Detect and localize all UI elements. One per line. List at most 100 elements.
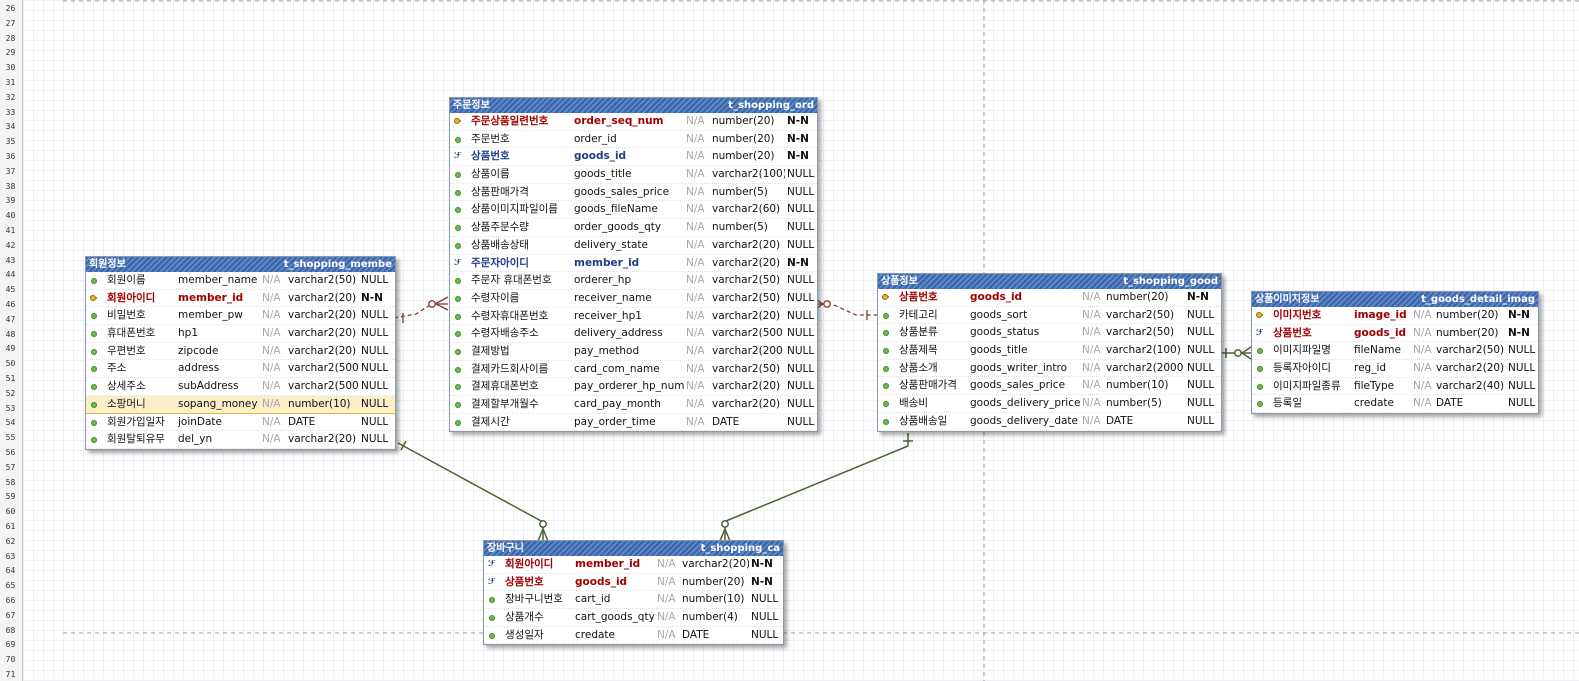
attribute-row[interactable]: 수령자배송주소 delivery_address N/A varchar2(500 NU… — [450, 325, 817, 343]
attribute-row[interactable]: 상품이미지파일이름 goods_fileName N/A varchar2(60) NU… — [450, 201, 817, 220]
entity-header[interactable]: 주문정보 t_shopping_ord — [450, 98, 817, 113]
attribute-logical-name: 주문자 휴대폰번호 — [471, 274, 552, 287]
attribute-data-type: number(4) — [682, 611, 738, 624]
attribute-row[interactable]: 이미지파일종류 fileType N/A varchar2(40) NULL — [1252, 377, 1538, 396]
attribute-row[interactable]: 결제시간 pay_order_time N/A DATE NULL — [450, 414, 817, 432]
attribute-data-type: number(20) — [1436, 326, 1499, 339]
attribute-row[interactable]: 휴대폰번호 hp1 N/A varchar2(20) NULL — [86, 325, 395, 343]
attribute-row[interactable]: 소팡머니 sopang_money N/A number(10) NULL — [86, 395, 395, 414]
attribute-row[interactable]: 회원가입일자 joinDate N/A DATE NULL — [86, 413, 395, 432]
attribute-row[interactable]: ℱ 상품번호 goods_id N/A number(20) N-N — [1252, 325, 1538, 343]
entity-goods[interactable]: 상품정보 t_shopping_good 상품번호 goods_id N/A numb… — [877, 273, 1222, 432]
entity-header[interactable]: 장바구니 t_shopping_ca — [484, 541, 783, 556]
attribute-row[interactable]: 결제방법 pay_method N/A varchar2(200 NULL — [450, 343, 817, 361]
attribute-row[interactable]: 상품판매가격 goods_sales_price N/A number(10) NULL — [878, 377, 1221, 396]
attribute-logical-name: 배송비 — [899, 397, 928, 410]
attribute-domain: N/A — [262, 380, 281, 393]
attribute-row[interactable]: 수령자이름 receiver_name N/A varchar2(50) NULL — [450, 289, 817, 308]
attribute-row[interactable]: 장바구니번호 cart_id N/A number(10) NULL — [484, 591, 783, 610]
attribute-row[interactable]: 결제휴대폰번호 pay_orderer_hp_num N/A varchar2(20)… — [450, 378, 817, 396]
attribute-domain: N/A — [686, 150, 705, 163]
attribute-row[interactable]: 이미지번호 image_id N/A number(20) N-N — [1252, 307, 1538, 325]
attribute-data-type: DATE — [288, 415, 316, 428]
attribute-domain: N/A — [262, 274, 281, 286]
entity-order[interactable]: 주문정보 t_shopping_ord 주문상품일련번호 order_seq_nu… — [449, 97, 818, 433]
entity-logical-name: 장바구니 — [487, 543, 524, 554]
attribute-physical-name: orderer_hp — [574, 274, 632, 287]
attribute-row[interactable]: 배송비 goods_delivery_price N/A number(5) NULL — [878, 395, 1221, 413]
attribute-physical-name: member_id — [574, 256, 640, 269]
attribute-row[interactable]: 수령자휴대폰번호 receiver_hp1 N/A varchar2(20) NULL — [450, 308, 817, 326]
entity-header[interactable]: 상품정보 t_shopping_good — [878, 274, 1221, 289]
attribute-physical-name: order_goods_qty — [574, 221, 662, 234]
attribute-row[interactable]: 상품판매가격 goods_sales_price N/A number(5) NULL — [450, 183, 817, 202]
attribute-domain: N/A — [686, 132, 705, 145]
attribute-row[interactable]: 생성일자 credate N/A DATE NULL — [484, 626, 783, 645]
row-number: 65 — [5, 581, 16, 591]
attribute-row[interactable]: ℱ 회원아이디 member_id N/A varchar2(20) N-N — [484, 556, 783, 574]
attribute-row[interactable]: ℱ 주문자아이디 member_id N/A varchar2(20) N-N — [450, 254, 817, 273]
attribute-logical-name: 생성일자 — [505, 628, 544, 641]
entity-goods-image[interactable]: 상품이미지정보 t_goods_detail_imag 이미지번호 image_i… — [1251, 291, 1539, 415]
attribute-row[interactable]: 상품배송일 goods_delivery_date N/A DATE NULL — [878, 413, 1221, 431]
attribute-row[interactable]: 상품주문수량 order_goods_qty N/A number(5) NULL — [450, 219, 817, 237]
entity-header[interactable]: 회원정보 t_shopping_membe — [86, 257, 395, 272]
attribute-nullable: NULL — [787, 185, 815, 198]
attribute-physical-name: goods_delivery_date — [970, 414, 1078, 427]
attribute-logical-name: 카테고리 — [899, 308, 938, 321]
attribute-data-type: number(5) — [712, 185, 768, 198]
primary-key-icon — [90, 294, 97, 302]
entity-cart[interactable]: 장바구니 t_shopping_ca ℱ 회원아이디 member_id N/A var… — [483, 540, 784, 646]
attribute-row[interactable]: ℱ 상품번호 goods_id N/A number(20) N-N — [484, 574, 783, 592]
attribute-icon — [883, 348, 889, 355]
attribute-row[interactable]: 회원이름 member_name N/A varchar2(50) NULL — [86, 272, 395, 290]
attribute-data-type: number(10) — [288, 397, 351, 410]
attribute-physical-name: fileType — [1354, 379, 1395, 392]
attribute-icon — [1257, 401, 1263, 408]
attribute-physical-name: member_id — [178, 291, 244, 304]
attribute-row[interactable]: 회원탈퇴유무 del_yn N/A varchar2(20) NULL — [86, 431, 395, 449]
attribute-domain: N/A — [686, 256, 705, 269]
entity-header[interactable]: 상품이미지정보 t_goods_detail_imag — [1252, 292, 1538, 307]
attribute-data-type: number(5) — [712, 221, 768, 234]
attribute-domain: N/A — [262, 433, 281, 446]
entity-member[interactable]: 회원정보 t_shopping_membe 회원이름 member_name N/A… — [85, 256, 396, 450]
attribute-domain: N/A — [686, 238, 705, 251]
attribute-row[interactable]: 상품개수 cart_goods_qty N/A number(4) NULL — [484, 609, 783, 627]
attribute-row[interactable]: 주문자 휴대폰번호 orderer_hp N/A varchar2(50) NULL — [450, 272, 817, 290]
attribute-nullable: NULL — [787, 221, 815, 234]
attribute-nullable: N-N — [787, 132, 809, 145]
attribute-row[interactable]: 이미지파일명 fileName N/A varchar2(50) NULL — [1252, 342, 1538, 361]
attribute-domain: N/A — [686, 274, 705, 287]
attribute-domain: N/A — [657, 575, 676, 588]
attribute-row[interactable]: 결제카드회사이름 card_com_name N/A varchar2(50) NULL — [450, 360, 817, 379]
attribute-row[interactable]: 주소 address N/A varchar2(500 NULL — [86, 360, 395, 379]
attribute-row[interactable]: 카테고리 goods_sort N/A varchar2(50) NULL — [878, 307, 1221, 325]
attribute-physical-name: pay_method — [574, 344, 640, 357]
attribute-row[interactable]: 비밀번호 member_pw N/A varchar2(20) NULL — [86, 307, 395, 326]
row-number: 29 — [5, 48, 16, 58]
attribute-row[interactable]: 상세주소 subAddress N/A varchar2(500 NULL — [86, 378, 395, 396]
attribute-row[interactable]: 회원아이디 member_id N/A varchar2(20) N-N — [86, 290, 395, 308]
attribute-logical-name: 주문자아이디 — [471, 256, 529, 269]
attribute-row[interactable]: 결제할부개월수 card_pay_month N/A varchar2(20) NULL — [450, 396, 817, 414]
attribute-row[interactable]: 상품제목 goods_title N/A varchar2(100) NULL — [878, 342, 1221, 360]
row-number: 60 — [5, 507, 16, 517]
attribute-domain: N/A — [1082, 291, 1101, 303]
attribute-row[interactable]: ℱ 상품번호 goods_id N/A number(20) N-N — [450, 148, 817, 167]
attribute-domain: N/A — [686, 291, 705, 304]
attribute-row[interactable]: 등록자아이디 reg_id N/A varchar2(20) NULL — [1252, 360, 1538, 378]
attribute-physical-name: receiver_name — [574, 291, 652, 304]
diagram-canvas[interactable]: 회원정보 t_shopping_membe 회원이름 member_name N/A… — [23, 0, 1579, 681]
attribute-row[interactable]: 주문번호 order_id N/A number(20) N-N — [450, 131, 817, 149]
attribute-row[interactable]: 상품소개 goods_writer_intro N/A varchar2(2000 NU… — [878, 359, 1221, 378]
attribute-row[interactable]: 상품이름 goods_title N/A varchar2(100) NULL — [450, 166, 817, 184]
row-number: 68 — [5, 625, 16, 635]
attribute-row[interactable]: 우편번호 zipcode N/A varchar2(20) NULL — [86, 342, 395, 361]
attribute-row[interactable]: 주문상품일련번호 order_seq_num N/A number(20) N-N — [450, 113, 817, 131]
attribute-row[interactable]: 등록일 credate N/A DATE NULL — [1252, 395, 1538, 414]
attribute-row[interactable]: 상품분류 goods_status N/A varchar2(50) NULL — [878, 324, 1221, 343]
attribute-row[interactable]: 상품배송상태 delivery_state N/A varchar2(20) NULL — [450, 237, 817, 255]
attribute-row[interactable]: 상품번호 goods_id N/A number(20) N-N — [878, 289, 1221, 307]
attribute-domain: N/A — [1082, 397, 1101, 410]
